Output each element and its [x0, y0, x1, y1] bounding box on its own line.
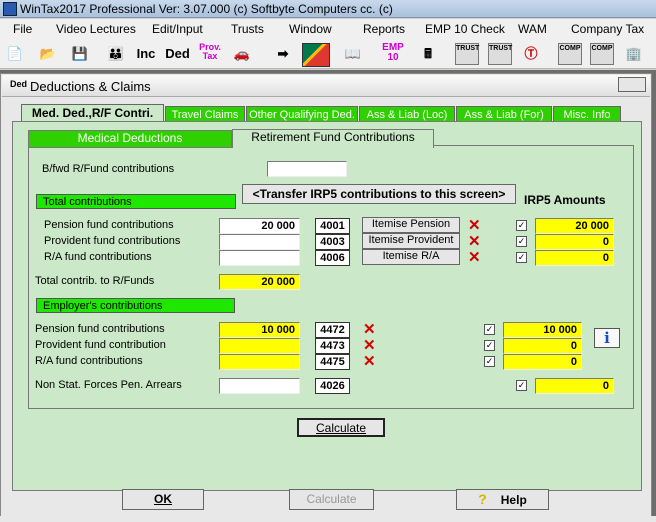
provident-input[interactable]	[219, 234, 300, 250]
ra-code: 4006	[315, 250, 350, 266]
emp-pension-code: 4472	[315, 322, 350, 338]
book-icon[interactable]: 📖	[340, 43, 366, 65]
help-label: Help	[500, 493, 527, 507]
bfwd-label: B/fwd R/Fund contributions	[42, 163, 175, 175]
menu-company-tax[interactable]: Company Tax	[571, 22, 644, 36]
clear-ra-icon[interactable]: ✕	[468, 250, 481, 265]
ded-button[interactable]: Ded	[165, 43, 190, 65]
emp-provident-input[interactable]	[219, 338, 300, 354]
emp-ra-checkbox[interactable]: ✓	[484, 356, 495, 367]
emp-pension-checkbox[interactable]: ✓	[484, 324, 495, 335]
clear-pension-icon[interactable]: ✕	[468, 218, 481, 233]
menu-trusts[interactable]: Trusts	[231, 22, 264, 36]
irp5-heading: IRP5 Amounts	[524, 193, 606, 207]
emp-ra-input[interactable]	[219, 354, 300, 370]
comp-icon-2[interactable]: COMP	[590, 43, 614, 65]
open-folder-icon[interactable]: 📂	[37, 43, 59, 65]
bottom-strip	[0, 516, 656, 522]
pension-input[interactable]: 20 000	[219, 218, 300, 234]
new-doc-icon[interactable]: 📄	[4, 43, 26, 65]
pension-checkbox[interactable]: ✓	[516, 220, 527, 231]
clear-emp-provident-icon[interactable]: ✕	[363, 338, 376, 353]
emp-pension-label: Pension fund contributions	[35, 323, 165, 335]
pension-irp5: 20 000	[535, 218, 614, 234]
provident-irp5: 0	[535, 234, 614, 250]
non-stat-input[interactable]	[219, 378, 300, 394]
emp-provident-code: 4473	[315, 338, 350, 354]
provident-checkbox[interactable]: ✓	[516, 236, 527, 247]
ra-label: R/A fund contributions	[44, 251, 152, 263]
non-stat-checkbox[interactable]: ✓	[516, 380, 527, 391]
non-stat-code: 4026	[315, 378, 350, 394]
window-title: WinTax2017 Professional Ver: 3.07.000 (c…	[20, 2, 393, 16]
emp-ra-code: 4475	[315, 354, 350, 370]
non-stat-irp5: 0	[535, 378, 614, 394]
app-icon	[3, 2, 17, 16]
ra-checkbox[interactable]: ✓	[516, 252, 527, 263]
dialog-title-bar: Ded Deductions & Claims	[2, 75, 650, 97]
save-disk-icon[interactable]: 💾	[69, 43, 91, 65]
trust-icon-1[interactable]: TRUST	[455, 43, 479, 65]
emp-provident-label: Provident fund contribution	[35, 339, 166, 351]
emp-pension-input[interactable]: 10 000	[219, 322, 300, 338]
menu-window[interactable]: Window	[289, 22, 332, 36]
emp-pension-irp5: 10 000	[503, 322, 582, 338]
prov-tax-button[interactable]: Prov. Tax	[198, 43, 222, 65]
t-badge-icon[interactable]: Ⓣ	[520, 43, 542, 65]
transfer-irp5-button[interactable]: <Transfer IRP5 contributions to this scr…	[242, 184, 516, 204]
building-icon[interactable]: 🏢	[623, 43, 645, 65]
provident-label: Provident fund contributions	[44, 235, 181, 247]
inc-button[interactable]: Inc	[135, 43, 157, 65]
clear-emp-pension-icon[interactable]: ✕	[363, 322, 376, 337]
ra-input[interactable]	[219, 250, 300, 266]
calculate-inner-button[interactable]: Calculate	[297, 418, 385, 437]
sa-flag-icon[interactable]	[302, 43, 330, 67]
total-rfunds-value: 20 000	[219, 274, 300, 290]
emp10-button[interactable]: EMP 10	[380, 43, 406, 65]
subtab-medical-deductions[interactable]: Medical Deductions	[28, 130, 232, 148]
menu-bar: File Video Lectures Edit/Input Trusts Wi…	[0, 19, 656, 39]
total-rfunds-label: Total contrib. to R/Funds	[35, 275, 155, 287]
arrow-right-icon[interactable]: ➡	[272, 43, 294, 65]
menu-emp10-check[interactable]: EMP 10 Check	[425, 22, 505, 36]
car-icon[interactable]: 🚗	[230, 43, 254, 65]
comp-icon-1[interactable]: COMP	[558, 43, 582, 65]
pension-label: Pension fund contributions	[44, 219, 174, 231]
window-title-bar: WinTax2017 Professional Ver: 3.07.000 (c…	[0, 0, 656, 18]
menu-reports[interactable]: Reports	[363, 22, 405, 36]
clear-emp-ra-icon[interactable]: ✕	[363, 354, 376, 369]
calculate-footer-button[interactable]: Calculate	[289, 489, 374, 510]
clear-provident-icon[interactable]: ✕	[468, 234, 481, 249]
trust-icon-2[interactable]: TRUST	[488, 43, 512, 65]
total-contributions-bar: Total contributions	[36, 194, 236, 209]
restore-window-button[interactable]	[618, 77, 646, 92]
itemise-pension-button[interactable]: Itemise Pension	[362, 217, 460, 233]
info-icon[interactable]: i	[594, 328, 620, 348]
menu-file[interactable]: File	[13, 22, 32, 36]
employer-contributions-bar: Employer's contributions	[36, 298, 235, 313]
menu-wam[interactable]: WAM	[518, 22, 547, 36]
menu-edit-input[interactable]: Edit/Input	[152, 22, 203, 36]
pension-code: 4001	[315, 218, 350, 234]
provident-code: 4003	[315, 234, 350, 250]
ded-icon: Ded	[10, 79, 28, 89]
emp-ra-irp5: 0	[503, 354, 582, 370]
emp-ra-label: R/A fund contributions	[35, 355, 143, 367]
itemise-ra-button[interactable]: Itemise R/A	[362, 249, 460, 265]
people-icon[interactable]: 👪	[104, 43, 128, 65]
menu-video-lectures[interactable]: Video Lectures	[56, 22, 136, 36]
subtab-retirement-fund[interactable]: Retirement Fund Contributions	[232, 129, 434, 148]
bfwd-input[interactable]	[267, 161, 347, 177]
ok-button[interactable]: OK	[122, 489, 204, 510]
non-stat-label: Non Stat. Forces Pen. Arrears	[35, 379, 182, 391]
toolbar: 📄 📂 💾 👪 Inc Ded Prov. Tax 🚗 ➡ 📖 EMP 10 🖩…	[0, 39, 656, 69]
emp-provident-checkbox[interactable]: ✓	[484, 340, 495, 351]
help-button[interactable]: ? Help	[456, 489, 549, 510]
dialog-title: Deductions & Claims	[30, 79, 151, 94]
emp-provident-irp5: 0	[503, 338, 582, 354]
itemise-provident-button[interactable]: Itemise Provident	[362, 233, 460, 249]
help-question-icon: ?	[478, 491, 487, 507]
calculator-icon[interactable]: 🖩	[417, 43, 439, 65]
ra-irp5: 0	[535, 250, 614, 266]
